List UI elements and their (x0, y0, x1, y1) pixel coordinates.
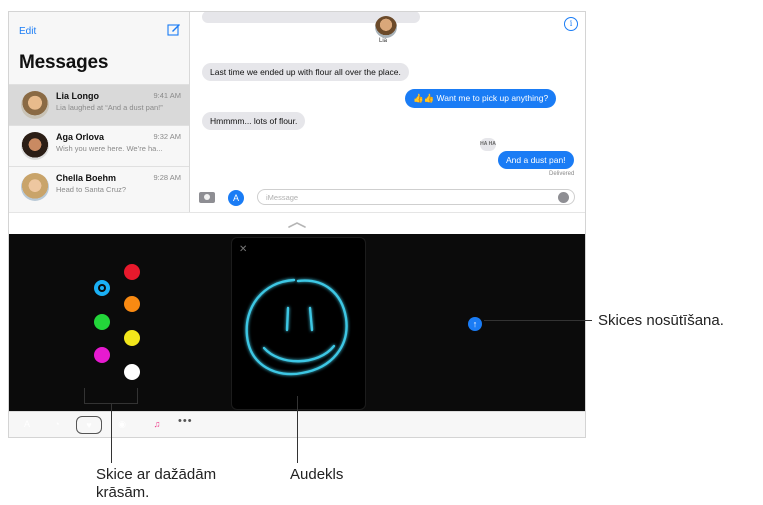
message-bubble: Hmmmm... lots of flour. (202, 112, 306, 130)
conversation-time: 9:32 AM (153, 132, 181, 141)
callout-bracket-right (137, 388, 138, 403)
color-swatch-green[interactable] (94, 314, 110, 330)
callout-bracket-left (84, 388, 85, 403)
conversation-time: 9:41 AM (153, 91, 181, 100)
edit-button[interactable]: Edit (19, 26, 36, 37)
send-sketch-button[interactable]: ↑ (468, 317, 482, 331)
color-swatch-white[interactable] (124, 364, 140, 380)
conversation-name: Lia Longo (56, 91, 99, 101)
conversation-preview: Lia laughed at “And a dust pan!” (56, 103, 163, 112)
color-swatch-pink[interactable] (94, 347, 110, 363)
images-search-icon[interactable]: ◉ (112, 416, 132, 432)
color-swatch-red[interactable] (124, 264, 140, 280)
conversation-preview: Head to Santa Cruz? (56, 185, 127, 194)
callout-send: Skices nosūtīšana. (598, 312, 724, 329)
smiley-sketch (245, 278, 348, 376)
compose-icon[interactable] (167, 22, 181, 36)
message-composer: A iMessage (190, 186, 585, 212)
app-store-icon[interactable]: A (17, 416, 37, 432)
chevron-up-icon[interactable] (288, 222, 306, 228)
message-bubble: 👍👍 Want me to pick up anything? (405, 89, 557, 108)
callout-leader-colors (111, 403, 112, 463)
ipad-screen: Edit Messages Lia Longo 9:41 AM Lia laug… (8, 11, 586, 438)
drawing-canvas[interactable]: ✕ (231, 237, 366, 410)
callout-colors: Skice ar dažādām krāsām. (96, 466, 217, 501)
callout-leader-send (484, 320, 592, 321)
message-bubble: Last time we ended up with flour all ove… (202, 63, 409, 81)
conversations-sidebar: Edit Messages Lia Longo 9:41 AM Lia laug… (9, 12, 190, 212)
message-bubble: And a dust pan! (498, 151, 574, 169)
drawer-handle-bar[interactable] (9, 212, 585, 235)
page-title: Messages (19, 52, 109, 73)
message-input[interactable]: iMessage (257, 189, 575, 205)
conversation-name: Aga Orlova (56, 132, 105, 142)
conversation-time: 9:28 AM (153, 173, 181, 182)
callout-canvas: Audekls (290, 466, 344, 483)
color-swatch-orange[interactable] (124, 296, 140, 312)
tapback-badge: HA HA (480, 138, 496, 151)
info-icon[interactable]: i (564, 17, 578, 31)
microphone-icon[interactable] (558, 192, 569, 203)
digital-touch-panel: ✕ ↑ (9, 234, 585, 411)
digital-touch-icon[interactable]: ♥ (76, 416, 102, 434)
conversation-item[interactable]: Lia Longo 9:41 AM Lia laughed at “And a … (9, 84, 189, 126)
camera-icon[interactable] (199, 192, 215, 203)
recents-icon[interactable]: ◔ (47, 416, 67, 432)
contact-name: Lia (379, 38, 388, 44)
sketch-drawing (245, 278, 348, 376)
chat-pane: Lia i Last time we ended up with flour a… (190, 12, 585, 212)
more-icon[interactable]: ••• (178, 415, 193, 427)
avatar (21, 132, 49, 160)
avatar (21, 173, 49, 201)
color-swatch-yellow[interactable] (124, 330, 140, 346)
music-icon[interactable]: ♫ (147, 416, 167, 432)
callout-leader-canvas (297, 396, 298, 463)
contact-avatar[interactable] (375, 16, 397, 38)
color-swatch-blue[interactable] (94, 280, 110, 296)
conversation-preview: Wish you were here. We’re ha... (56, 144, 163, 153)
delivery-status: Delivered (549, 171, 575, 177)
avatar (21, 91, 49, 119)
conversation-name: Chella Boehm (56, 173, 117, 183)
app-store-icon[interactable]: A (228, 190, 244, 206)
conversation-item[interactable]: Chella Boehm 9:28 AM Head to Santa Cruz? (9, 166, 189, 208)
conversation-item[interactable]: Aga Orlova 9:32 AM Wish you were here. W… (9, 125, 189, 167)
